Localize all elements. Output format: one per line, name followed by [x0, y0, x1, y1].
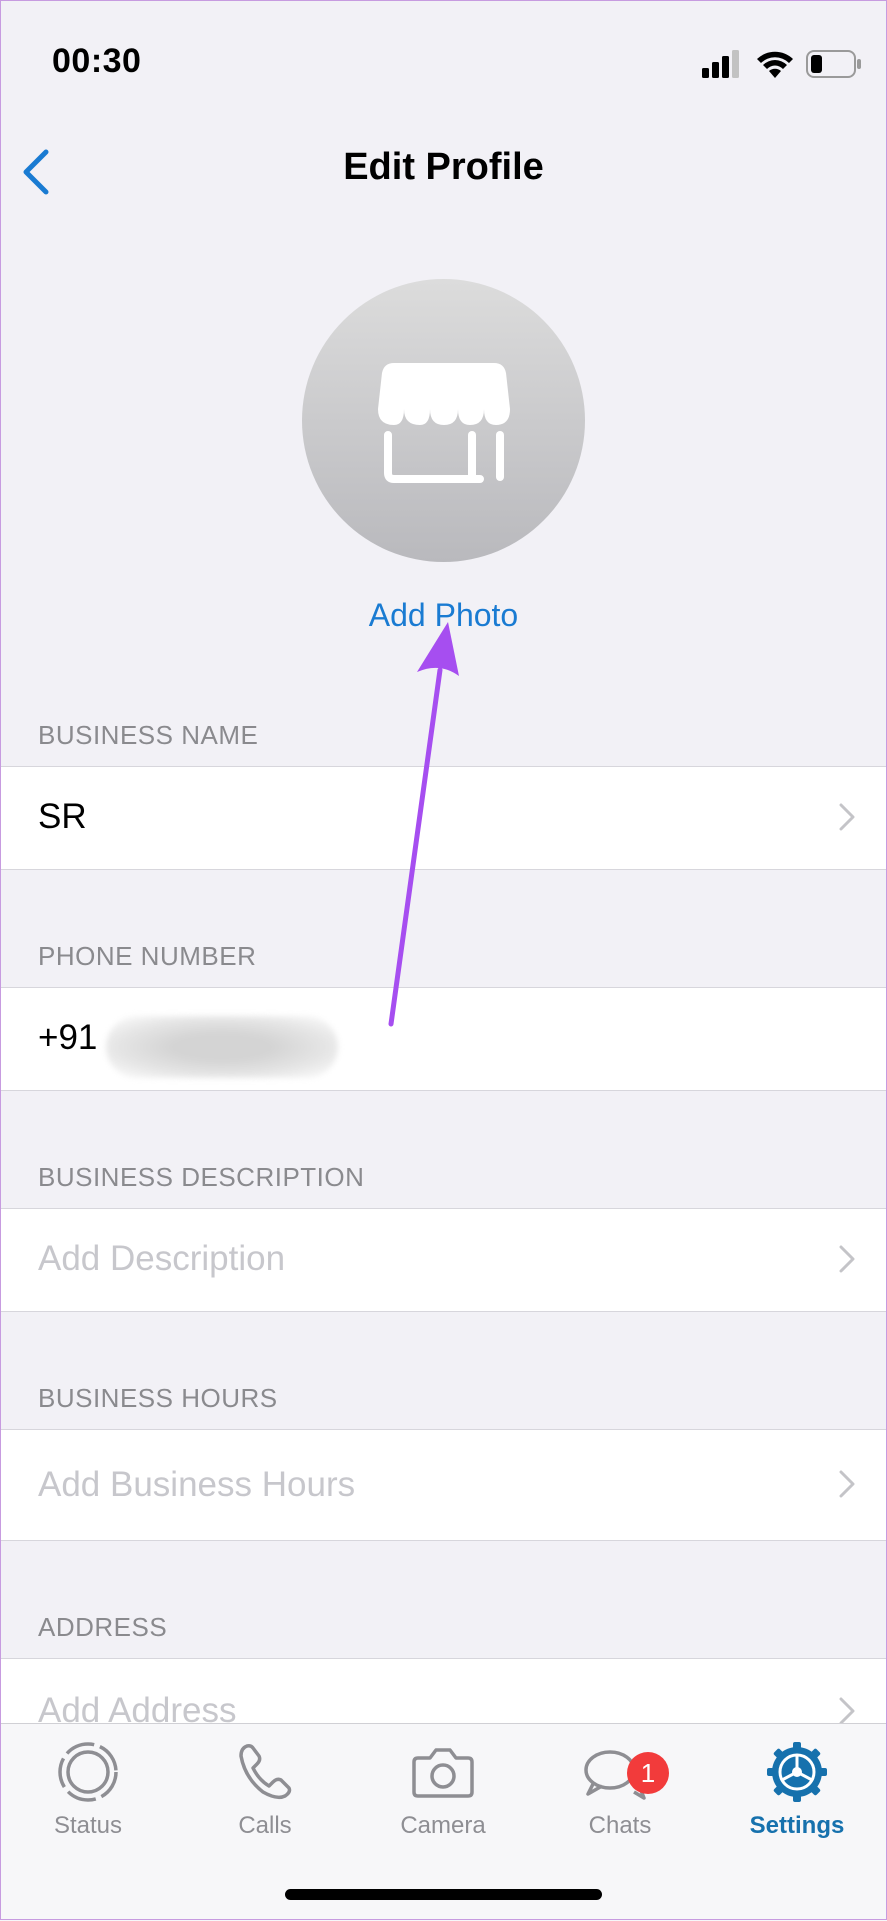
tab-calls-label: Calls — [238, 1812, 292, 1839]
business-hours-placeholder: Add Business Hours — [38, 1465, 356, 1504]
status-icon — [58, 1742, 118, 1802]
chevron-right-icon — [839, 1470, 855, 1498]
tab-status[interactable]: Status — [13, 1740, 163, 1840]
chevron-right-icon — [839, 1697, 855, 1725]
chevron-right-icon — [839, 1245, 855, 1273]
business-hours-row[interactable]: Add Business Hours — [0, 1429, 887, 1541]
tab-chats-label: Chats — [588, 1812, 652, 1839]
business-description-header: BUSINESS DESCRIPTION — [38, 1162, 365, 1192]
business-description-placeholder: Add Description — [38, 1239, 286, 1278]
tab-status-label: Status — [53, 1812, 123, 1839]
business-hours-header: BUSINESS HOURS — [38, 1383, 278, 1413]
annotation-arrow — [388, 622, 459, 1027]
tab-settings-label: Settings — [749, 1812, 845, 1839]
tab-camera-label: Camera — [400, 1812, 486, 1839]
tab-calls[interactable]: Calls — [190, 1740, 340, 1840]
tab-settings[interactable]: Settings — [722, 1740, 872, 1840]
phone-icon — [239, 1744, 292, 1800]
tab-chats[interactable]: 1 Chats — [545, 1740, 695, 1840]
camera-icon — [412, 1748, 474, 1798]
settings-gear-icon — [767, 1742, 827, 1802]
home-indicator — [285, 1889, 602, 1900]
business-description-row[interactable]: Add Description — [0, 1208, 887, 1312]
tab-camera[interactable]: Camera — [368, 1740, 518, 1840]
chats-badge: 1 — [627, 1752, 669, 1794]
address-header: ADDRESS — [38, 1612, 168, 1642]
